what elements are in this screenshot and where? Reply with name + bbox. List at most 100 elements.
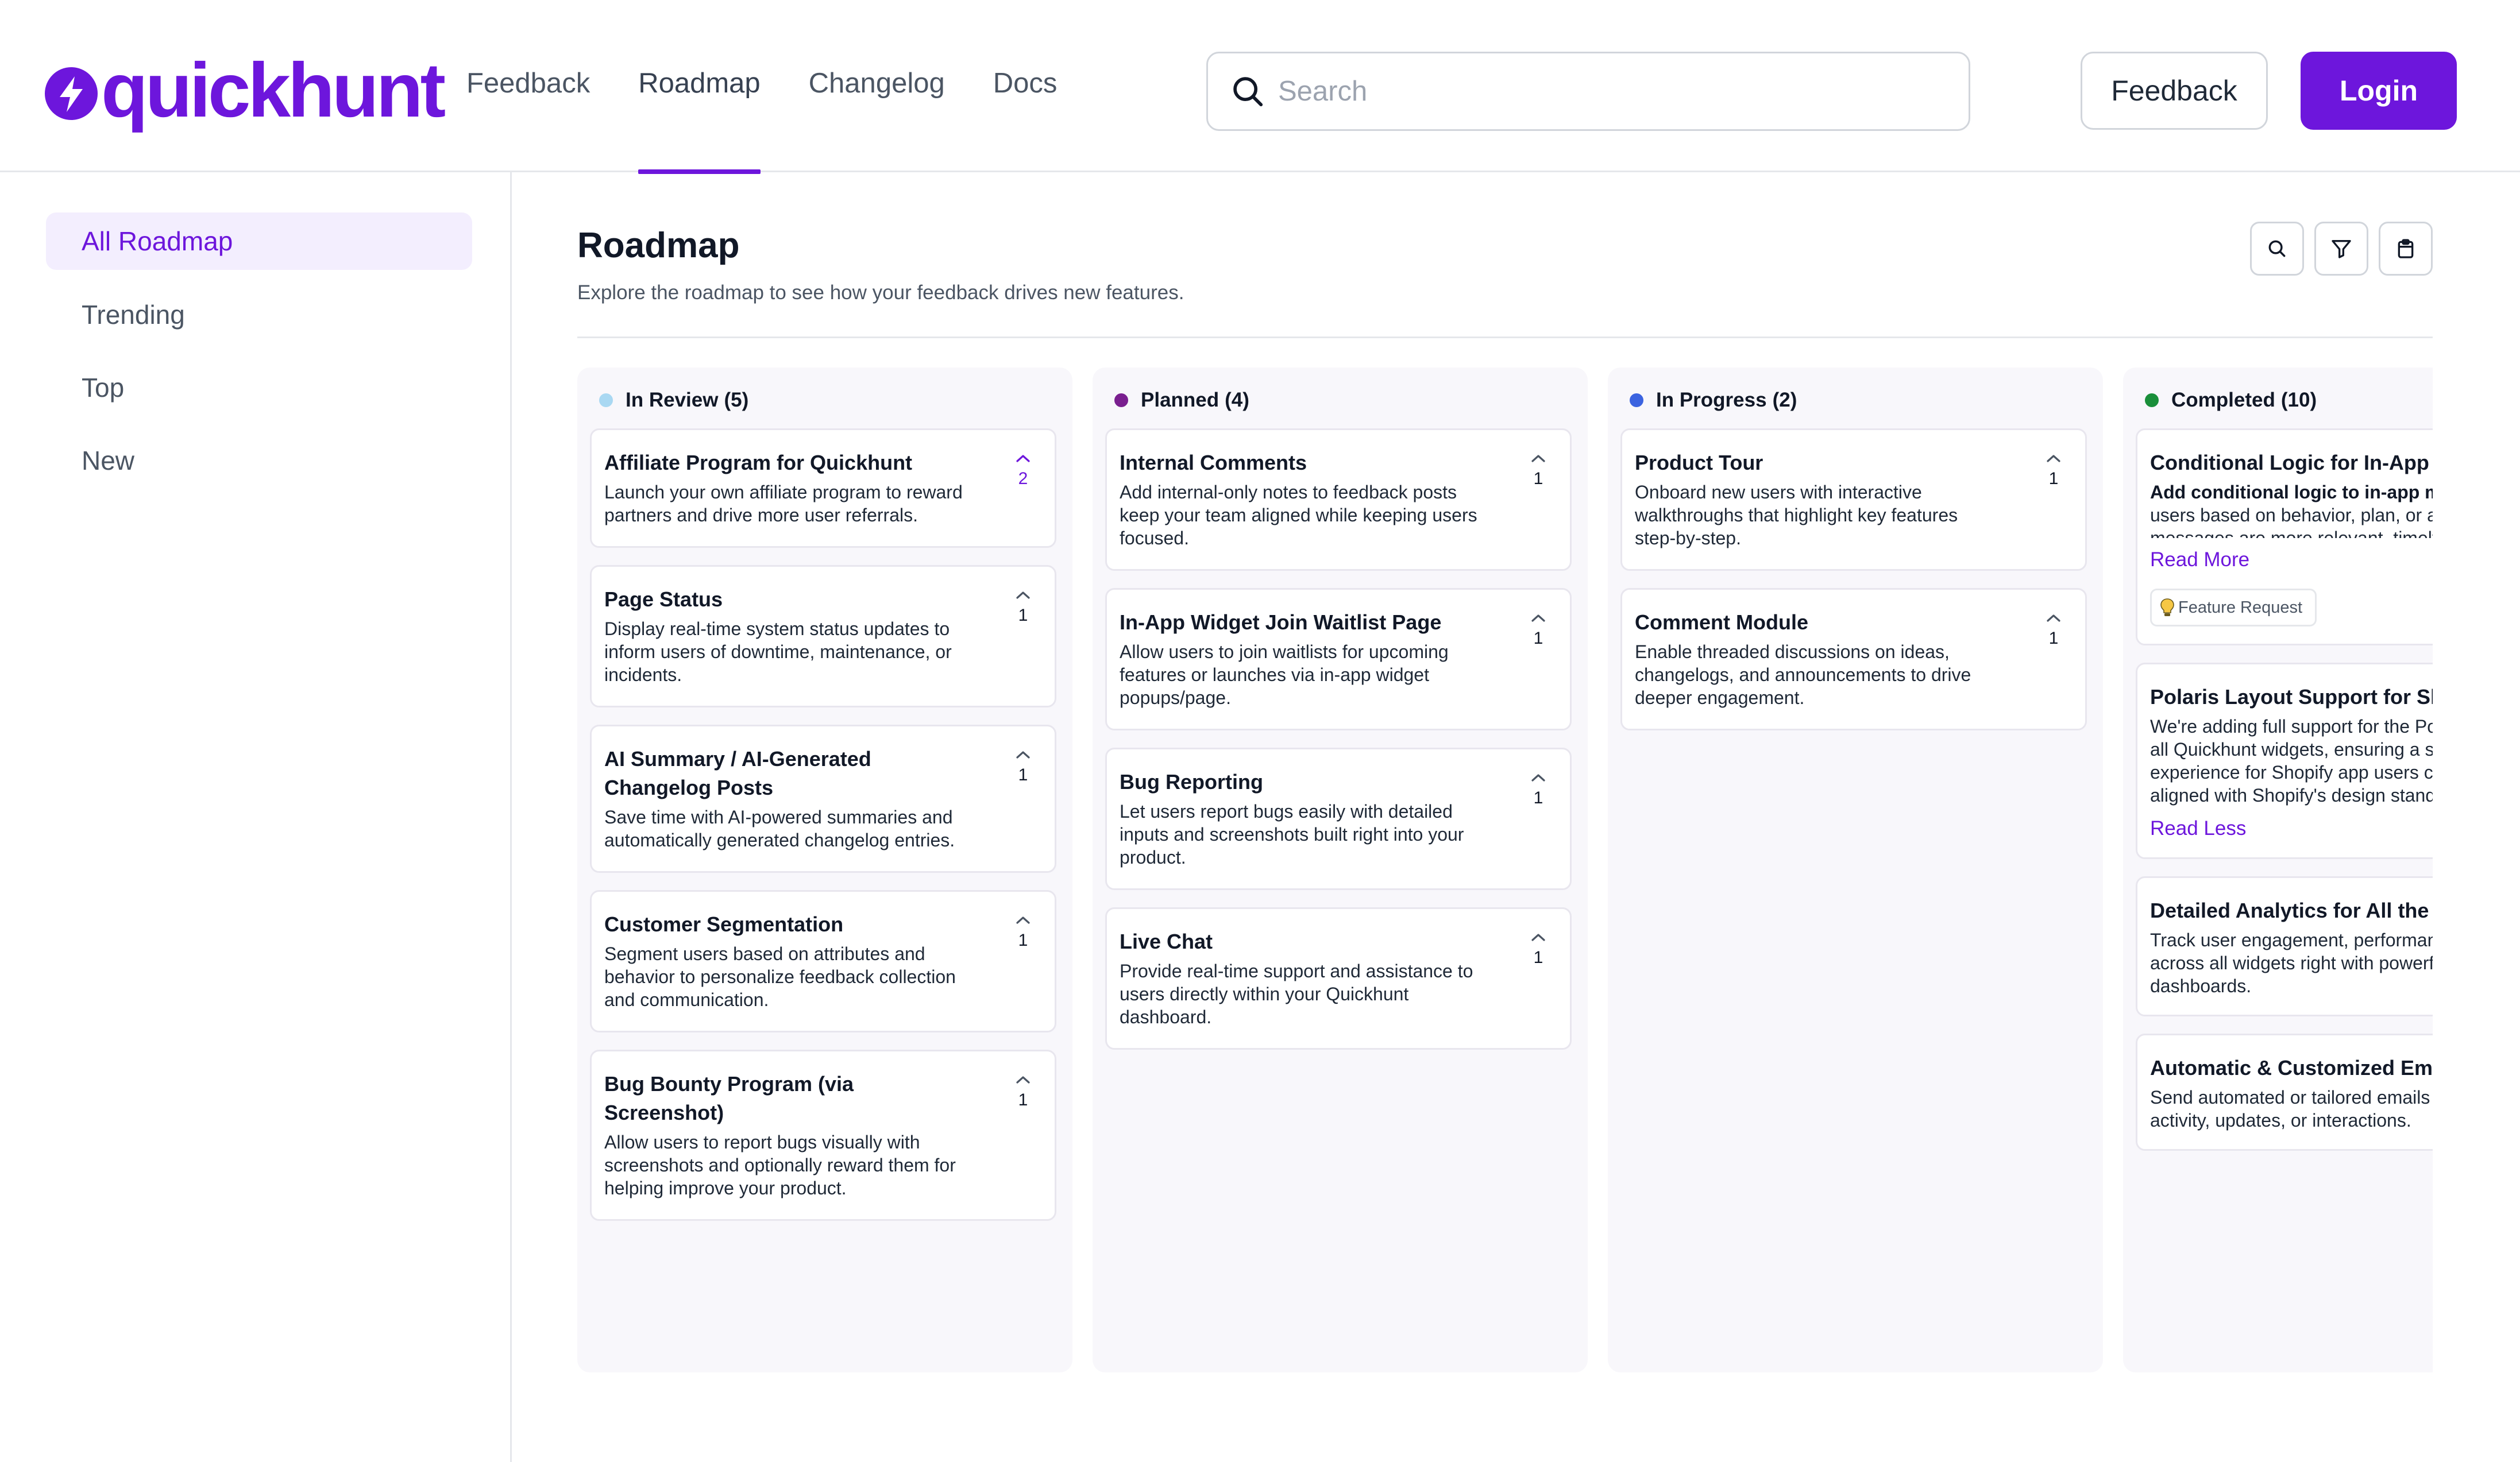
roadmap-column: In Review (5) Affiliate Program for Quickh… — [577, 368, 1072, 1372]
card-description: Provide real-time support and assistance… — [1120, 961, 1473, 1027]
card-title: Automatic & Customized Emails — [2150, 1056, 2433, 1080]
roadmap-board: In Review (5) Affiliate Program for Quickh… — [577, 368, 2433, 1372]
card-description: Send automated or tailored emails to use… — [2150, 1087, 2433, 1131]
roadmap-card[interactable]: Affiliate Program for Quickhunt Launch yo… — [590, 428, 1056, 548]
card-description: Add conditional logic to in-app messages… — [2150, 481, 2433, 538]
sidebar: All Roadmap Trending Top New — [0, 172, 512, 1462]
upvote-button[interactable]: 1 — [2039, 613, 2068, 648]
roadmap-card[interactable]: In-App Widget Join Waitlist Page Allow us… — [1105, 588, 1572, 730]
sidebar-item-all-roadmap[interactable]: All Roadmap — [46, 212, 472, 270]
roadmap-card[interactable]: Automatic & Customized Emails Send automa… — [2136, 1034, 2433, 1151]
nav-roadmap[interactable]: Roadmap — [638, 0, 761, 174]
upvote-button[interactable]: 1 — [1524, 932, 1553, 968]
divider — [577, 337, 2433, 338]
card-description: Allow users to report bugs visually with… — [604, 1132, 956, 1198]
sidebar-item-top[interactable]: Top — [46, 359, 472, 416]
upvote-button[interactable]: 1 — [1524, 453, 1553, 489]
read-more-link[interactable]: Read More — [2150, 548, 2249, 571]
card-title: Live Chat — [1120, 930, 1213, 953]
column-header: Completed (10) — [2145, 380, 2317, 420]
sidebar-item-trending[interactable]: Trending — [46, 286, 472, 343]
card-description-bold: Add conditional logic to in-app messages — [2150, 482, 2433, 502]
status-dot — [599, 393, 613, 407]
roadmap-card[interactable]: Internal Comments Add internal-only notes… — [1105, 428, 1572, 571]
roadmap-card[interactable]: Page Status Display real-time system stat… — [590, 565, 1056, 707]
clipboard-icon — [2398, 239, 2414, 258]
roadmap-column: In Progress (2) Product Tour Onboard new us… — [1608, 368, 2103, 1372]
vote-count: 1 — [1533, 788, 1543, 807]
lightbulb-icon — [2160, 598, 2174, 616]
roadmap-card[interactable]: Customer Segmentation Segment users based… — [590, 890, 1056, 1032]
upvote-chevron-icon — [1016, 916, 1030, 924]
search-input[interactable] — [1278, 75, 1939, 107]
status-dot — [1630, 393, 1643, 407]
upvote-chevron-icon — [1531, 774, 1545, 782]
card-description: Display real-time system status updates … — [604, 618, 952, 685]
column-title: In Review — [626, 389, 719, 411]
sidebar-item-new[interactable]: New — [46, 432, 472, 489]
upvote-chevron-icon — [1531, 455, 1545, 462]
vote-count: 1 — [1533, 629, 1543, 648]
card-title: Bug Reporting — [1120, 770, 1263, 794]
roadmap-card[interactable]: Comment Module Enable threaded discussion… — [1620, 588, 2087, 730]
card-list: Affiliate Program for Quickhunt Launch yo… — [590, 428, 1056, 1238]
nav-feedback[interactable]: Feedback — [466, 0, 590, 172]
filter-button[interactable] — [2314, 222, 2368, 276]
top-header: quickhunt Feedback Roadmap Changelog Doc… — [0, 0, 2520, 174]
card-title: Bug Bounty Program (via Screenshot) — [604, 1072, 854, 1124]
column-header: In Progress (2) — [1630, 380, 1797, 420]
roadmap-card[interactable]: Conditional Logic for In-App Messages Add… — [2136, 428, 2433, 645]
column-count: (5) — [724, 389, 749, 411]
main-content: Roadmap Explore the roadmap to see how y… — [577, 172, 2433, 1462]
column-count: (4) — [1225, 389, 1249, 411]
quickhunt-logo[interactable]: quickhunt — [45, 51, 446, 131]
filter-icon — [2332, 240, 2351, 258]
vote-count: 1 — [2048, 629, 2059, 648]
roadmap-card[interactable]: Live Chat Provide real-time support and a… — [1105, 907, 1572, 1050]
clipboard-button[interactable] — [2379, 222, 2433, 276]
roadmap-card[interactable]: Bug Reporting Let users report bugs easil… — [1105, 748, 1572, 890]
card-title: Product Tour — [1635, 451, 1763, 474]
card-description: We're adding full support for the Polari… — [2150, 716, 2433, 806]
upvote-chevron-icon — [1531, 934, 1545, 941]
upvote-button[interactable]: 1 — [2039, 453, 2068, 489]
card-description: Allow users to join waitlists for upcomi… — [1120, 641, 1449, 708]
roadmap-card[interactable]: Product Tour Onboard new users with inter… — [1620, 428, 2087, 571]
read-more-link[interactable]: Read Less — [2150, 817, 2246, 840]
nav-changelog[interactable]: Changelog — [809, 0, 945, 172]
upvote-button[interactable]: 1 — [1009, 590, 1037, 625]
page-subtitle: Explore the roadmap to see how your feed… — [577, 281, 1184, 304]
roadmap-column: Planned (4) Internal Comments Add internal-… — [1093, 368, 1588, 1372]
card-title: Detailed Analytics for All the widgets — [2150, 899, 2433, 922]
column-count: (2) — [1772, 389, 1797, 411]
roadmap-card[interactable]: Polaris Layout Support for Shopify Apps W… — [2136, 663, 2433, 859]
lightning-icon — [45, 67, 98, 120]
card-title: Customer Segmentation — [604, 912, 844, 936]
card-title: Conditional Logic for In-App Messages — [2150, 451, 2433, 474]
card-title: Internal Comments — [1120, 451, 1307, 474]
card-list: Product Tour Onboard new users with inter… — [1620, 428, 2087, 748]
upvote-chevron-icon — [1016, 751, 1030, 759]
upvote-button[interactable]: 1 — [1524, 613, 1553, 648]
roadmap-card[interactable]: Detailed Analytics for All the widgets Tr… — [2136, 876, 2433, 1016]
nav-docs[interactable]: Docs — [993, 0, 1058, 172]
upvote-button[interactable]: 2 — [1009, 453, 1037, 489]
upvote-button[interactable]: 1 — [1009, 915, 1037, 950]
search-box[interactable] — [1206, 52, 1970, 131]
vote-count: 1 — [1018, 931, 1028, 950]
roadmap-card[interactable]: Bug Bounty Program (via Screenshot) Allow… — [590, 1050, 1056, 1221]
card-title: Polaris Layout Support for Shopify Apps — [2150, 685, 2433, 709]
card-description: Segment users based on attributes and be… — [604, 943, 956, 1010]
tag-label: Feature Request — [2178, 598, 2303, 617]
roadmap-card[interactable]: AI Summary / AI-Generated Changelog Post… — [590, 725, 1056, 873]
toolbar — [2240, 222, 2433, 276]
column-title: Planned — [1141, 389, 1220, 411]
upvote-chevron-icon — [2047, 455, 2060, 462]
upvote-button[interactable]: 1 — [1524, 772, 1553, 808]
upvote-button[interactable]: 1 — [1009, 1074, 1037, 1110]
feedback-button[interactable]: Feedback — [2081, 52, 2268, 130]
upvote-button[interactable]: 1 — [1009, 749, 1037, 785]
search-button[interactable] — [2250, 222, 2304, 276]
column-count: (10) — [2280, 389, 2317, 411]
login-button[interactable]: Login — [2301, 52, 2457, 130]
